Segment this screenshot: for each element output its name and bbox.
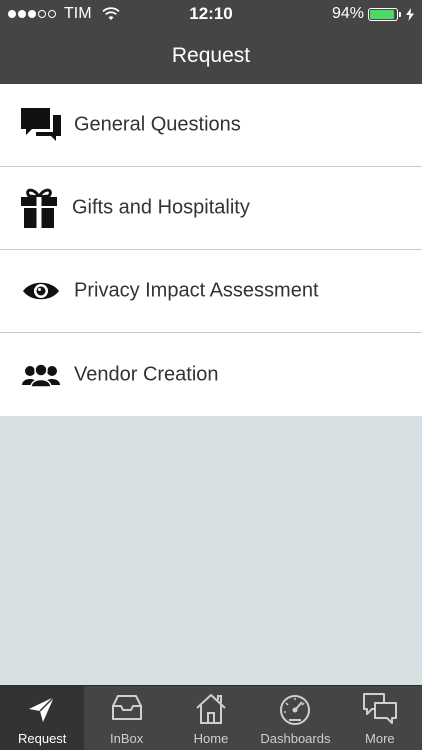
tab-label: Dashboards [260,731,331,746]
page-title: Request [171,44,251,67]
eye-icon [20,270,62,312]
tab-label: Request [17,731,67,746]
tab-home[interactable]: Home [169,686,253,750]
tab-label: Home [193,731,229,746]
app-screen: TIM 12:10 94% Request General Questions … [0,0,422,750]
tab-request[interactable]: Request [0,686,85,750]
battery-percent: 94% [331,5,364,22]
request-list: General Questions Gifts and Hospitality [0,84,422,416]
tab-label: More [365,731,395,746]
paper-plane-icon [29,696,55,722]
tab-bar: Request InBox Home Dashboards More [0,685,422,750]
list-item-gifts-and-hospitality[interactable]: Gifts and Hospitality [0,167,422,250]
list-item-label: General Questions [74,113,241,136]
gift-icon [18,187,60,229]
charging-bolt-icon [406,7,414,21]
tab-inbox[interactable]: InBox [84,686,168,750]
battery-fill [370,9,395,19]
list-item-label: Vendor Creation [74,363,219,385]
group-icon [20,354,62,396]
list-item-vendor-creation[interactable]: Vendor Creation [0,333,422,416]
top-bar: TIM 12:10 94% Request [0,0,422,84]
chat-bubbles-outline-icon [362,693,397,724]
list-item-general-questions[interactable]: General Questions [0,84,422,167]
battery-icon [368,7,401,21]
chat-bubbles-icon [20,104,62,146]
inbox-tray-icon [111,695,142,720]
status-bar: TIM 12:10 94% [0,0,422,28]
list-item-label: Gifts and Hospitality [72,196,250,219]
gauge-icon [280,695,311,725]
tab-label: InBox [109,731,144,746]
status-right: 94% [332,5,414,23]
tab-dashboards[interactable]: Dashboards [253,686,337,750]
home-icon [196,694,226,724]
list-item-label: Privacy Impact Assessment [74,279,319,302]
tab-more[interactable]: More [338,686,422,750]
list-item-privacy-impact-assessment[interactable]: Privacy Impact Assessment [0,250,422,333]
